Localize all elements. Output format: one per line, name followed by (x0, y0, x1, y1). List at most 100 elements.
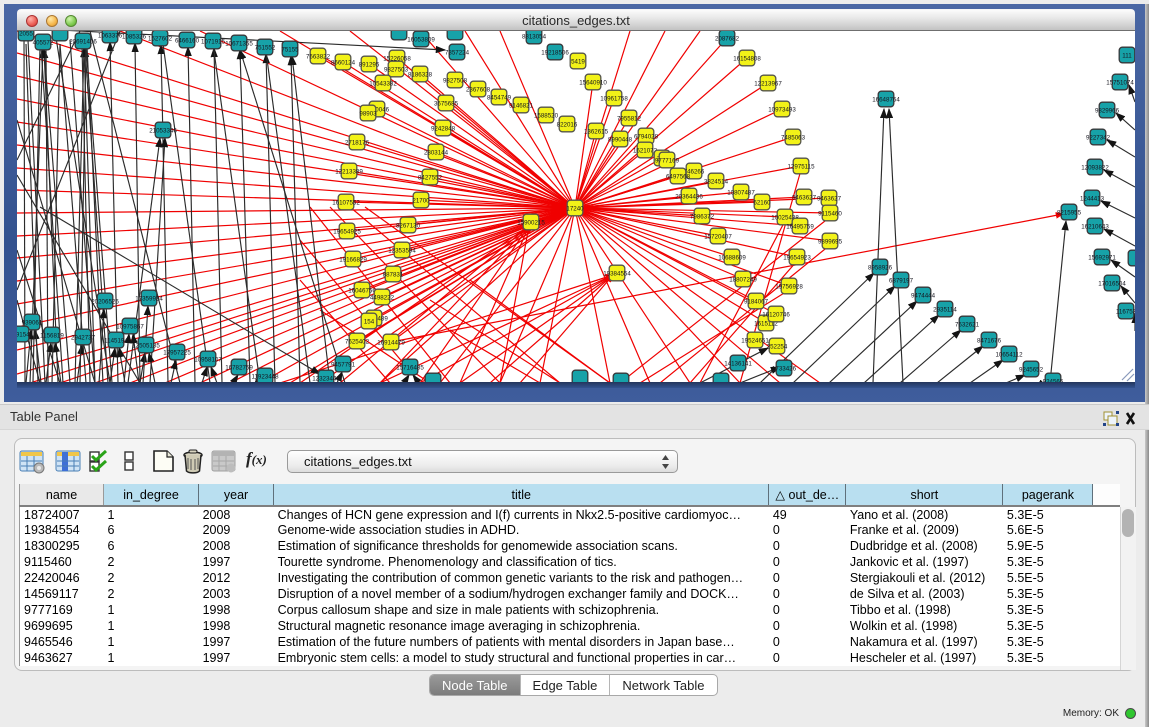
svg-text:9227342: 9227342 (1086, 135, 1111, 142)
svg-text:9242848: 9242848 (431, 126, 456, 133)
svg-text:8813054: 8813054 (522, 34, 547, 41)
svg-text:9146821: 9146821 (509, 103, 534, 110)
svg-text:16046756: 16046756 (348, 288, 376, 295)
svg-text:17240: 17240 (566, 206, 584, 213)
svg-text:8990448: 8990448 (608, 137, 633, 144)
svg-text:9463627: 9463627 (817, 196, 842, 203)
svg-text:9245652: 9245652 (1019, 367, 1044, 374)
svg-text:16107552: 16107552 (332, 200, 360, 207)
svg-text:10961758: 10961758 (600, 96, 628, 103)
svg-text:17957225: 17957225 (163, 350, 191, 357)
svg-text:9827508: 9827508 (443, 78, 468, 85)
svg-text:20206526: 20206526 (91, 299, 119, 306)
svg-text:1244413: 1244413 (1080, 196, 1105, 203)
svg-text:16648764: 16648764 (872, 97, 900, 104)
svg-text:17016504: 17016504 (1098, 281, 1126, 288)
svg-text:887831: 887831 (383, 272, 404, 279)
svg-text:6794028: 6794028 (634, 134, 659, 141)
svg-text:21053346: 21053346 (149, 128, 177, 135)
svg-text:12975115: 12975115 (787, 164, 815, 171)
svg-text:8660124: 8660124 (331, 60, 356, 67)
svg-text:7955812: 7955812 (617, 116, 642, 123)
svg-text:10654112: 10654112 (995, 352, 1023, 359)
svg-text:8471676: 8471676 (977, 338, 1002, 345)
svg-text:10973493: 10973493 (768, 107, 796, 114)
svg-text:3824514: 3824514 (704, 179, 729, 186)
svg-text:1588520: 1588520 (534, 113, 559, 120)
svg-text:16914479: 16914479 (377, 340, 405, 347)
svg-text:5419: 5419 (571, 59, 585, 66)
svg-text:1156819: 1156819 (40, 333, 64, 340)
svg-text:16495759: 16495759 (786, 224, 814, 231)
svg-text:20364436: 20364436 (675, 194, 703, 201)
svg-text:4498222: 4498222 (370, 295, 395, 302)
svg-text:6497568: 6497568 (666, 174, 691, 181)
svg-text:154: 154 (364, 319, 375, 326)
svg-text:8267130: 8267130 (396, 223, 421, 230)
svg-text:10688609: 10688609 (718, 255, 746, 262)
svg-text:19654923: 19654923 (783, 255, 811, 262)
svg-text:6879197: 6879197 (889, 278, 914, 285)
svg-text:1063376: 1063376 (98, 33, 123, 40)
svg-text:7986372: 7986372 (690, 214, 715, 221)
svg-text:2942737: 2942737 (71, 335, 96, 342)
svg-text:16154808: 16154808 (733, 56, 761, 63)
svg-text:1527602: 1527602 (148, 36, 173, 43)
svg-text:1071915: 1071915 (201, 39, 226, 46)
svg-text:12505135: 12505135 (132, 343, 160, 350)
svg-text:2803144: 2803144 (424, 150, 449, 157)
svg-text:252254: 252254 (767, 344, 788, 351)
svg-text:18807249: 18807249 (729, 277, 757, 284)
svg-text:15720407: 15720407 (704, 234, 732, 241)
svg-text:9474444: 9474444 (911, 293, 936, 300)
svg-text:2055: 2055 (19, 31, 33, 38)
svg-text:75155: 75155 (281, 47, 299, 54)
svg-text:8958926: 8958926 (868, 265, 893, 272)
svg-text:12093822: 12093822 (1081, 165, 1109, 172)
svg-text:10975867: 10975867 (116, 324, 144, 331)
svg-text:12213967: 12213967 (754, 81, 782, 88)
svg-text:822016: 822016 (557, 122, 578, 129)
svg-text:15716485: 15716485 (396, 365, 424, 372)
svg-text:9115460: 9115460 (818, 211, 842, 218)
svg-text:19384554: 19384554 (603, 271, 631, 278)
svg-text:7663822: 7663822 (306, 54, 331, 61)
svg-text:3675685: 3675685 (434, 101, 459, 108)
svg-text:891295: 891295 (359, 62, 380, 69)
svg-text:751552: 751552 (255, 45, 276, 52)
svg-text:9777169: 9777169 (655, 158, 680, 165)
svg-text:9457791: 9457791 (331, 362, 356, 369)
svg-text:16210643: 16210643 (1081, 224, 1109, 231)
svg-text:16782759: 16782759 (225, 365, 253, 372)
svg-text:10807487: 10807487 (727, 190, 755, 197)
svg-text:2935114: 2935114 (933, 307, 957, 314)
svg-text:39154: 39154 (17, 332, 30, 339)
svg-text:6466160: 6466160 (175, 38, 200, 45)
svg-text:17359924: 17359924 (135, 296, 163, 303)
svg-text:2367608: 2367608 (466, 87, 491, 94)
svg-text:7485063: 7485063 (781, 135, 806, 142)
svg-text:98903: 98903 (359, 111, 377, 118)
svg-text:8454749: 8454749 (487, 95, 512, 102)
svg-text:21700: 21700 (412, 198, 430, 205)
svg-text:10543382: 10543382 (369, 81, 397, 88)
svg-text:111: 111 (1122, 53, 1132, 60)
svg-text:8427552: 8427552 (418, 175, 443, 182)
svg-text:16120746: 16120746 (762, 312, 790, 319)
svg-text:12213389: 12213389 (335, 169, 363, 176)
svg-text:8215955: 8215955 (1057, 210, 1082, 217)
svg-text:1362615: 1362615 (584, 129, 609, 136)
svg-text:116753: 116753 (1116, 309, 1135, 316)
svg-text:10958107: 10958107 (194, 357, 222, 364)
svg-text:939061: 939061 (22, 320, 43, 327)
svg-text:19654925: 19654925 (333, 229, 361, 236)
svg-text:10671355: 10671355 (225, 41, 253, 48)
svg-text:8186328: 8186328 (408, 72, 433, 79)
svg-text:2718176: 2718176 (345, 140, 370, 147)
svg-text:9899695: 9899695 (818, 239, 843, 246)
svg-text:19756928: 19756928 (775, 284, 803, 291)
svg-text:9829966: 9829966 (1095, 108, 1120, 115)
svg-text:9184067: 9184067 (744, 299, 769, 306)
svg-text:7357224: 7357224 (445, 50, 470, 57)
svg-text:2087682: 2087682 (715, 36, 740, 43)
